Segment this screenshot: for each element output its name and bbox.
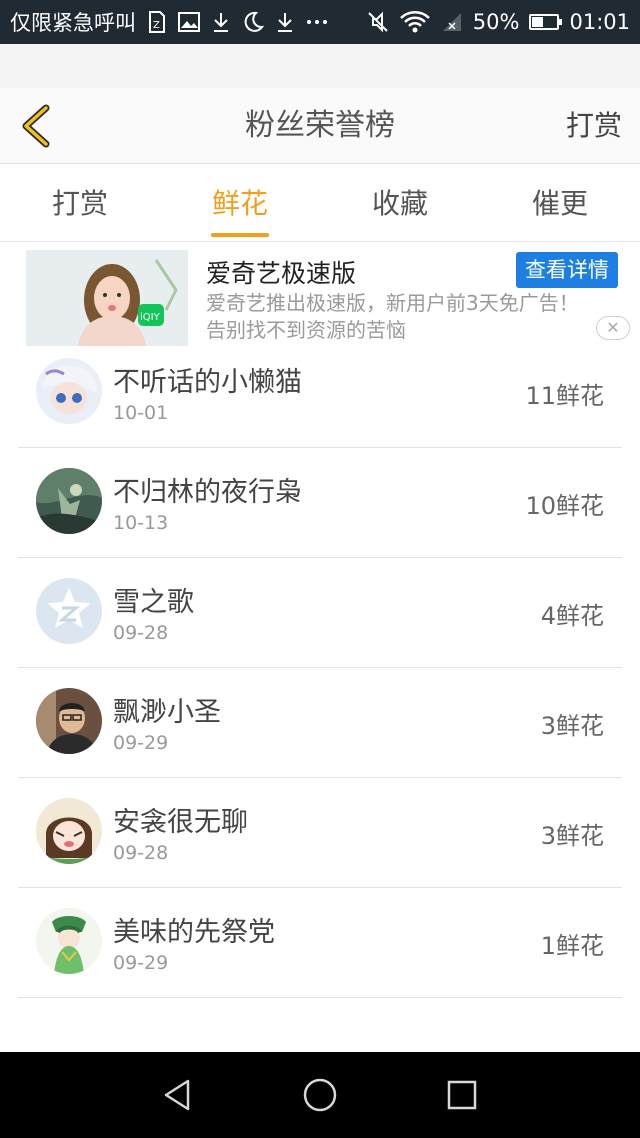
avatar: [36, 358, 102, 424]
tab-flowers[interactable]: 鲜花: [160, 164, 320, 241]
image-icon: [178, 10, 200, 34]
list-item[interactable]: 美味的先祭党 09-29 1鲜花: [18, 888, 622, 998]
tab-label: 鲜花: [211, 187, 268, 220]
signal-icon: [441, 10, 463, 34]
ad-close-button[interactable]: ✕: [596, 316, 630, 340]
close-icon: ✕: [606, 318, 620, 337]
fan-name: 安衾很无聊: [113, 807, 248, 838]
avatar: [36, 688, 102, 754]
tab-favorites[interactable]: 收藏: [320, 164, 480, 241]
flower-count: 10鲜花: [525, 492, 604, 520]
tab-bar: 打赏 鲜花 收藏 催更: [0, 164, 640, 242]
flower-count: 1鲜花: [540, 932, 604, 960]
flower-count: 4鲜花: [540, 602, 604, 630]
system-nav-bar: [0, 1052, 640, 1138]
fan-name: 不听话的小懒猫: [113, 367, 302, 398]
moon-icon: [242, 10, 264, 34]
fan-date: 09-28: [113, 842, 169, 864]
avatar: [36, 798, 102, 864]
avatar: [36, 578, 102, 644]
mute-icon: [367, 10, 389, 34]
ad-banner[interactable]: iQIY 爱奇艺极速版 爱奇艺推出极速版，新用户前3天免广告！告别找不到资源的苦…: [0, 242, 640, 350]
wifi-icon: [399, 10, 431, 34]
tab-reward[interactable]: 打赏: [0, 164, 160, 241]
ad-description: 爱奇艺推出极速版，新用户前3天免广告！告别找不到资源的苦恼: [206, 291, 579, 342]
fan-name: 不归林的夜行枭: [113, 477, 302, 508]
avatar: [36, 908, 102, 974]
nav-back-button[interactable]: [158, 1075, 198, 1115]
ad-details-button[interactable]: 查看详情: [516, 252, 618, 288]
more-icon: [306, 10, 328, 34]
list-item[interactable]: 安衾很无聊 09-28 3鲜花: [18, 778, 622, 888]
recents-square-icon: [442, 1080, 482, 1119]
clock: 01:01: [569, 10, 630, 34]
list-item[interactable]: 不听话的小懒猫 10-01 11鲜花: [18, 338, 622, 448]
tab-urge-update[interactable]: 催更: [480, 164, 640, 241]
fan-date: 09-29: [113, 952, 169, 974]
status-bar: 仅限紧急呼叫 Z 50% 01:01: [0, 0, 640, 44]
reward-button[interactable]: 打赏: [566, 88, 622, 164]
tab-label: 催更: [531, 187, 588, 220]
home-circle-icon: [300, 1078, 340, 1119]
ad-title: 爱奇艺极速版: [206, 259, 357, 288]
iqiyi-logo: iQIY: [140, 312, 161, 323]
back-triangle-icon: [158, 1079, 198, 1119]
top-spacer: [0, 44, 640, 88]
app-header: 粉丝荣誉榜 打赏: [0, 88, 640, 164]
fan-name: 雪之歌: [113, 587, 194, 618]
avatar: [36, 468, 102, 534]
fan-name: 飘渺小圣: [113, 697, 221, 728]
flower-count: 11鲜花: [525, 382, 604, 410]
download-icon: [210, 10, 232, 34]
list-item[interactable]: 雪之歌 09-28 4鲜花: [18, 558, 622, 668]
fan-list: 不听话的小懒猫 10-01 11鲜花 不归林的夜行枭 10-13 10鲜花 雪之…: [18, 338, 622, 998]
carrier-text: 仅限紧急呼叫: [10, 11, 136, 35]
nav-home-button[interactable]: [300, 1075, 340, 1115]
flower-count: 3鲜花: [540, 712, 604, 740]
active-tab-indicator: [211, 233, 269, 237]
download-icon: [274, 10, 296, 34]
nav-recents-button[interactable]: [442, 1075, 482, 1115]
sim-icon: Z: [146, 10, 168, 34]
page-title: 粉丝荣誉榜: [245, 108, 395, 143]
tab-label: 收藏: [371, 187, 428, 220]
fan-date: 10-01: [113, 402, 169, 424]
fan-name: 美味的先祭党: [113, 917, 275, 948]
fan-date: 09-28: [113, 622, 169, 644]
fan-date: 09-29: [113, 732, 169, 754]
svg-text:Z: Z: [153, 20, 160, 31]
list-item[interactable]: 飘渺小圣 09-29 3鲜花: [18, 668, 622, 778]
fan-date: 10-13: [113, 512, 169, 534]
ad-image: iQIY: [26, 250, 188, 346]
battery-percent: 50%: [472, 10, 520, 34]
battery-icon: [529, 14, 563, 30]
flower-count: 3鲜花: [540, 822, 604, 850]
list-item[interactable]: 不归林的夜行枭 10-13 10鲜花: [18, 448, 622, 558]
tab-label: 打赏: [51, 187, 108, 220]
